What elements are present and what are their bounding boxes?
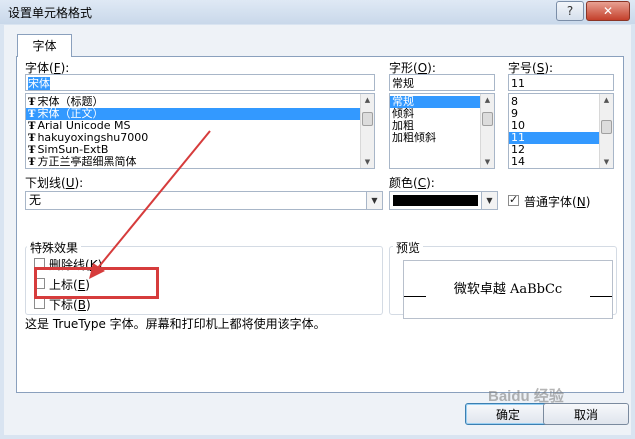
scroll-up-icon[interactable]: ▲ bbox=[481, 94, 494, 106]
style-input[interactable]: 常规 bbox=[389, 74, 495, 91]
list-item[interactable]: Ŧ SimSun-ExtB bbox=[26, 144, 374, 156]
truetype-icon: Ŧ bbox=[28, 145, 36, 156]
window-title: 设置单元格格式 bbox=[8, 6, 93, 20]
truetype-icon: Ŧ bbox=[28, 157, 36, 168]
preview-box: 微软卓越 AaBbCc bbox=[403, 260, 613, 319]
scroll-down-icon[interactable]: ▼ bbox=[481, 156, 494, 168]
baidu-watermark: Baidu 经验 bbox=[488, 388, 564, 405]
chevron-down-icon[interactable]: ▼ bbox=[366, 192, 382, 209]
scroll-thumb[interactable] bbox=[601, 120, 612, 134]
truetype-icon: Ŧ bbox=[28, 109, 36, 120]
font-tab-panel: 字体(F): 宋体 Ŧ 宋体（标题） Ŧ 宋体（正文） Ŧ Arial Unicode… bbox=[16, 56, 624, 393]
scroll-thumb[interactable] bbox=[482, 112, 493, 126]
size-input[interactable]: 11 bbox=[508, 74, 614, 91]
underline-label: 下划线(U): bbox=[25, 176, 84, 190]
normal-font-label: 普通字体(N) bbox=[524, 195, 591, 209]
scroll-up-icon[interactable]: ▲ bbox=[361, 94, 374, 106]
annotation-highlight-box bbox=[34, 267, 159, 299]
list-item[interactable]: 常规 bbox=[390, 96, 494, 108]
list-item[interactable]: 14 bbox=[509, 156, 613, 168]
list-item[interactable]: Ŧ 宋体（标题） bbox=[26, 96, 374, 108]
scroll-thumb[interactable] bbox=[362, 112, 373, 126]
style-list-scrollbar[interactable]: ▲ ▼ bbox=[480, 94, 494, 168]
list-item[interactable]: 12 bbox=[509, 144, 613, 156]
list-item[interactable]: 10 bbox=[509, 120, 613, 132]
list-item[interactable]: Ŧhakuyoxingshu7000 bbox=[26, 132, 374, 144]
color-label: 颜色(C): bbox=[389, 176, 435, 190]
scroll-down-icon[interactable]: ▼ bbox=[361, 156, 374, 168]
dialog-client-area: 字体 字体(F): 宋体 Ŧ 宋体（标题） Ŧ 宋体（正文） Ŧ Arial Unic… bbox=[4, 25, 631, 435]
truetype-note: 这是 TrueType 字体。屏幕和打印机上都将使用该字体。 bbox=[25, 317, 326, 331]
color-swatch bbox=[393, 195, 478, 206]
truetype-icon: Ŧ bbox=[28, 133, 36, 144]
tab-font[interactable]: 字体 bbox=[17, 34, 72, 57]
list-item[interactable]: Ŧ 方正兰亭超细黑简体 bbox=[26, 156, 374, 168]
style-list[interactable]: 常规 倾斜 加粗 加粗倾斜 ▲ ▼ bbox=[389, 93, 495, 169]
title-bar: 设置单元格格式 ? ✕ bbox=[0, 0, 635, 24]
chevron-down-icon[interactable]: ▼ bbox=[481, 192, 497, 209]
underline-value: 无 bbox=[29, 193, 42, 207]
effects-title: 特殊效果 bbox=[27, 239, 82, 256]
font-list[interactable]: Ŧ 宋体（标题） Ŧ 宋体（正文） Ŧ Arial Unicode MS Ŧhakuy… bbox=[25, 93, 375, 169]
size-list-scrollbar[interactable]: ▲ ▼ bbox=[599, 94, 613, 168]
underline-select[interactable]: 无 ▼ bbox=[25, 191, 383, 210]
scroll-up-icon[interactable]: ▲ bbox=[600, 94, 613, 106]
ok-button[interactable]: 确定 bbox=[465, 403, 551, 425]
list-item[interactable]: 8 bbox=[509, 96, 613, 108]
help-button[interactable]: ? bbox=[556, 1, 584, 21]
preview-sample: 微软卓越 AaBbCc bbox=[453, 282, 563, 297]
cancel-button[interactable]: 取消 bbox=[543, 403, 629, 425]
truetype-icon: Ŧ bbox=[28, 121, 36, 132]
normal-font-checkbox[interactable] bbox=[508, 193, 519, 206]
list-item[interactable]: Ŧ 宋体（正文） bbox=[26, 108, 374, 120]
list-item[interactable]: 11 bbox=[509, 132, 613, 144]
size-list[interactable]: 8 9 10 11 12 14 ▲ ▼ bbox=[508, 93, 614, 169]
subscript-checkbox[interactable] bbox=[34, 298, 45, 309]
truetype-icon: Ŧ bbox=[28, 97, 36, 108]
list-item[interactable]: Ŧ Arial Unicode MS bbox=[26, 120, 374, 132]
list-item[interactable]: 加粗倾斜 bbox=[390, 132, 494, 144]
list-item[interactable]: 倾斜 bbox=[390, 108, 494, 120]
close-button[interactable]: ✕ bbox=[586, 1, 630, 21]
font-name-input[interactable]: 宋体 bbox=[25, 74, 375, 91]
font-list-scrollbar[interactable]: ▲ ▼ bbox=[360, 94, 374, 168]
list-item[interactable]: 加粗 bbox=[390, 120, 494, 132]
color-select[interactable]: ▼ bbox=[389, 191, 498, 210]
preview-title: 预览 bbox=[393, 239, 424, 256]
list-item[interactable]: 9 bbox=[509, 108, 613, 120]
scroll-down-icon[interactable]: ▼ bbox=[600, 156, 613, 168]
